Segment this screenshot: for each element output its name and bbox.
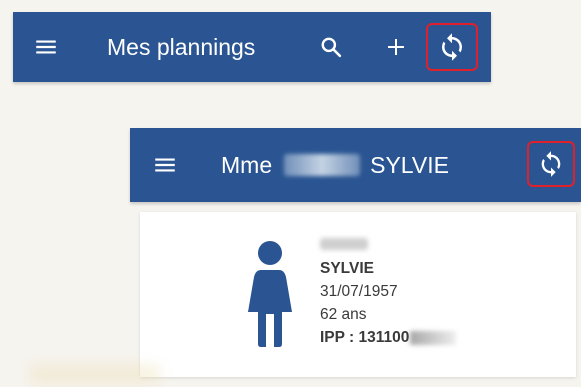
patient-card[interactable]: SYLVIE 31/07/1957 62 ans IPP : 131100 xyxy=(140,212,576,377)
sync-icon xyxy=(541,151,561,177)
redacted-ipp xyxy=(410,330,457,345)
page-title: Mes plannings xyxy=(107,34,256,60)
planning-app-bar: Mes plannings xyxy=(13,12,491,82)
patient-ipp: IPP : 131100 xyxy=(320,329,410,346)
add-icon[interactable] xyxy=(381,32,411,62)
background-smudge xyxy=(30,364,160,384)
sync-icon xyxy=(442,33,462,61)
patient-title: Mme SYLVIE xyxy=(221,128,449,202)
sync-button[interactable] xyxy=(426,23,478,71)
redacted-surname xyxy=(284,154,361,176)
search-icon[interactable] xyxy=(316,32,346,62)
redacted-line xyxy=(320,238,368,250)
patient-birth-date: 31/07/1957 xyxy=(320,283,398,300)
sync-button[interactable] xyxy=(527,141,575,187)
patient-title-prefix: Mme xyxy=(221,152,273,178)
menu-icon[interactable] xyxy=(33,34,59,60)
patient-title-name: SYLVIE xyxy=(370,152,449,178)
patient-age: 62 ans xyxy=(320,306,367,323)
patient-first-name: SYLVIE xyxy=(320,260,374,277)
patient-ipp-row: IPP : 131100 xyxy=(320,326,457,349)
patient-info: SYLVIE 31/07/1957 62 ans IPP : 131100 xyxy=(320,234,457,349)
female-person-icon xyxy=(247,240,293,348)
menu-icon[interactable] xyxy=(152,152,178,178)
patient-app-bar: Mme SYLVIE xyxy=(130,128,581,202)
